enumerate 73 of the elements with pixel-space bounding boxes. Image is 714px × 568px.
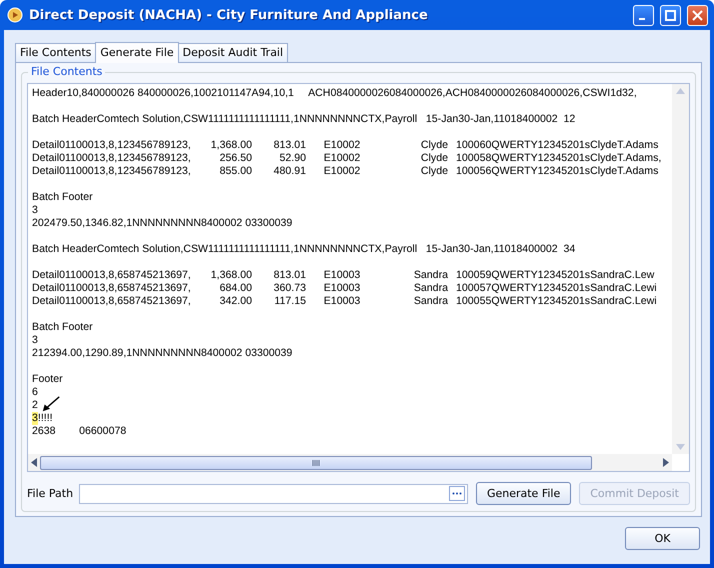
file-field: 855.00	[194, 165, 252, 178]
file-field: Clyde	[378, 165, 448, 178]
file-field: 100055QWERTY12345201sSandraC.Lewi	[448, 295, 668, 308]
tab[interactable]: File Contents	[15, 43, 96, 62]
file-field: Sandra	[378, 282, 448, 295]
file-line: 212394.00,1290.89,1NNNNNNNNN8400002 03300039	[32, 347, 292, 360]
file-field: 1,368.00	[194, 269, 252, 282]
maximize-button[interactable]	[660, 4, 681, 26]
file-line: 2638 06600078	[32, 425, 126, 438]
file-line: 6	[32, 386, 38, 399]
file-field: 1,368.00	[194, 139, 252, 152]
file-line: 3	[32, 204, 38, 217]
highlighted-text: 3	[32, 412, 38, 425]
file-field: 100060QWERTY12345201sClydeT.Adams	[448, 139, 668, 152]
maximize-icon	[665, 10, 676, 20]
file-field: Detail01100013,8,658745213697,	[32, 269, 194, 282]
file-field: 342.00	[194, 295, 252, 308]
file-field: 52.90	[252, 152, 306, 165]
file-field: Sandra	[378, 295, 448, 308]
file-field: 100059QWERTY12345201sSandraC.Lew	[448, 269, 668, 282]
file-field: E10003	[306, 295, 378, 308]
group-title: File Contents	[28, 65, 106, 78]
ok-button[interactable]: OK	[625, 527, 700, 550]
close-icon	[692, 10, 703, 20]
file-line: Footer	[32, 373, 63, 386]
file-field: 360.73	[252, 282, 306, 295]
tab[interactable]: Generate File	[95, 42, 179, 63]
field-label: File Path	[27, 487, 71, 500]
file-field: 813.01	[252, 269, 306, 282]
file-line: Batch Footer	[32, 191, 93, 204]
minimize-icon	[639, 18, 645, 20]
file-field: 100057QWERTY12345201sSandraC.Lewi	[448, 282, 668, 295]
file-field: 100058QWERTY12345201sClydeT.Adams,	[448, 152, 668, 165]
file-line: Batch Footer	[32, 321, 93, 334]
file-line: !!!!!	[38, 412, 53, 425]
minimize-button[interactable]	[633, 4, 654, 26]
file-field: E10002	[306, 152, 378, 165]
app-icon	[7, 7, 23, 23]
file-line: Header10,840000026 840000026,1002101147A94,10,1 ACH0840000026084000026,ACH0840000026084000026,CSWI1d32,	[32, 87, 637, 100]
ellipsis-icon	[452, 492, 462, 495]
file-field: Sandra	[378, 269, 448, 282]
file-field: E10002	[306, 165, 378, 178]
file-line: 202479.50,1346.82,1NNNNNNNNN8400002 03300039	[32, 217, 292, 230]
file-field: Detail01100013,8,658745213697,	[32, 282, 194, 295]
file-line: Batch HeaderComtech Solution,CSW1111111111111111,1NNNNNNNNCTX,Payroll 15-Jan30-Jan,11018400002 34	[32, 243, 576, 256]
file-field: 256.50	[194, 152, 252, 165]
file-field: E10003	[306, 269, 378, 282]
window-title: Direct Deposit (NACHA) - City Furniture And Appliance	[29, 8, 429, 22]
scrollbar-thumb[interactable]	[40, 456, 592, 470]
file-line: 2	[32, 399, 38, 412]
action-button[interactable]: Generate File	[476, 482, 572, 505]
file-field: 813.01	[252, 139, 306, 152]
file-field: 480.91	[252, 165, 306, 178]
file-field: 684.00	[194, 282, 252, 295]
pointer-arrow	[41, 396, 61, 413]
file-field: Clyde	[378, 139, 448, 152]
file-field: E10002	[306, 139, 378, 152]
close-button[interactable]	[687, 4, 708, 26]
scroll-right-icon[interactable]	[663, 458, 669, 467]
file-field: Clyde	[378, 152, 448, 165]
file-field: Detail01100013,8,123456789123,	[32, 152, 194, 165]
file-field: Detail01100013,8,123456789123,	[32, 165, 194, 178]
file-field: Detail01100013,8,123456789123,	[32, 139, 194, 152]
file-field: Detail01100013,8,658745213697,	[32, 295, 194, 308]
file-path-field[interactable]	[79, 484, 468, 504]
browse-button[interactable]	[448, 486, 465, 501]
tab[interactable]: Deposit Audit Trail	[178, 43, 288, 62]
scroll-left-icon[interactable]	[31, 458, 37, 467]
file-line: 3	[32, 334, 38, 347]
file-field: 117.15	[252, 295, 306, 308]
file-field: 100056QWERTY12345201sClydeT.Adams	[448, 165, 668, 178]
file-field: E10003	[306, 282, 378, 295]
file-line: Batch HeaderComtech Solution,CSW1111111111111111,1NNNNNNNNCTX,Payroll 15-Jan30-Jan,11018400002 12	[32, 113, 576, 126]
